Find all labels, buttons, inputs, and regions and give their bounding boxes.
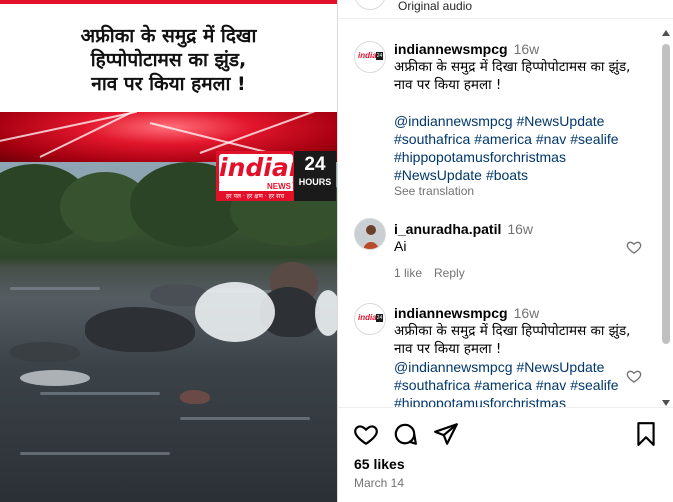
comments-scroll-area[interactable]: indian 24 indiannewsmpcg 16w अफ्रीका के स… <box>338 28 673 408</box>
reply-button[interactable]: Reply <box>434 266 465 280</box>
hashtag-link[interactable]: #hippopotamusforchristmas <box>394 149 566 165</box>
comment-text: Ai <box>394 238 407 254</box>
channel-logo: indian NEWS 24 HOURS हर पल · हर क्षण · ह… <box>216 151 336 201</box>
post-header: Original audio <box>338 0 673 14</box>
hashtag-link[interactable]: #NewsUpdate <box>394 167 482 183</box>
hashtag-link[interactable]: #sealife <box>570 377 618 393</box>
original-audio-link[interactable]: Original audio <box>398 0 472 13</box>
hippo-video-frame <box>0 162 337 502</box>
logo-24-box: 24 HOURS <box>294 151 336 201</box>
see-translation-link[interactable]: See translation <box>394 184 474 198</box>
caption-time[interactable]: 16w <box>514 41 540 57</box>
heart-icon[interactable] <box>626 239 642 255</box>
bookmark-icon[interactable] <box>633 421 659 447</box>
avatar-24-icon: 24 <box>376 314 383 322</box>
header-divider <box>338 18 673 19</box>
commenter-avatar[interactable] <box>354 218 386 250</box>
scrollbar[interactable] <box>661 30 671 406</box>
post-media[interactable]: अफ्रीका के समुद्र में दिखा हिप्पोपोटामस … <box>0 0 337 502</box>
hashtag-link[interactable]: #boats <box>486 167 528 183</box>
share-icon[interactable] <box>433 421 459 447</box>
scroll-thumb[interactable] <box>662 44 670 344</box>
hashtag-link[interactable]: #NewsUpdate <box>517 113 605 129</box>
logo-sub: NEWS <box>219 183 293 191</box>
caption-text: अफ्रीका के समुद्र में दिखा हिप्पोपोटामस … <box>394 59 631 93</box>
likes-count[interactable]: 65 likes <box>354 456 405 472</box>
headline-text: अफ्रीका के समुद्र में दिखा हिप्पोपोटामस … <box>80 25 257 95</box>
hashtag-link[interactable]: #nav <box>536 377 566 393</box>
hashtag-link[interactable]: @indiannewsmpcg <box>394 113 513 129</box>
comment-header: indiannewsmpcg 16w <box>394 304 539 322</box>
comment-time[interactable]: 16w <box>514 305 540 321</box>
person-avatar-icon <box>355 219 385 249</box>
comment-icon[interactable] <box>392 421 418 447</box>
hashtag-link[interactable]: #america <box>474 131 532 147</box>
comment-meta: 1 like Reply <box>394 266 477 280</box>
comment-likes[interactable]: 1 like <box>394 266 422 280</box>
caption-hashtags: @indiannewsmpcg #NewsUpdate #southafrica #… <box>394 112 644 184</box>
hashtag-link[interactable]: #america <box>474 377 532 393</box>
comment-username[interactable]: indiannewsmpcg <box>394 305 508 321</box>
hashtag-link[interactable]: #nav <box>536 131 566 147</box>
scroll-up-arrow-icon[interactable] <box>662 30 670 36</box>
comment-text: अफ्रीका के समुद्र में दिखा हिप्पोपोटामस … <box>394 323 631 357</box>
comment-time[interactable]: 16w <box>507 221 533 237</box>
actions-divider <box>338 407 673 408</box>
header-avatar[interactable] <box>354 0 386 10</box>
heart-icon[interactable] <box>626 368 642 384</box>
caption-header: indiannewsmpcg 16w <box>394 40 539 58</box>
comment-header: i_anuradha.patil 16w <box>394 220 533 238</box>
hashtag-link[interactable]: #southafrica <box>394 131 470 147</box>
hashtag-link[interactable]: #southafrica <box>394 377 470 393</box>
heart-icon[interactable] <box>353 421 379 447</box>
hashtag-link[interactable]: #sealife <box>570 131 618 147</box>
logo-hours: HOURS <box>298 177 332 187</box>
logo-brand: indian <box>219 153 307 184</box>
headline-banner: अफ्रीका के समुद्र में दिखा हिप्पोपोटामस … <box>0 0 337 112</box>
avatar-24-icon: 24 <box>376 52 383 60</box>
comment-hashtags: @indiannewsmpcg #NewsUpdate #southafrica #… <box>394 358 644 408</box>
post-date[interactable]: March 14 <box>354 476 404 490</box>
caption-username[interactable]: indiannewsmpcg <box>394 41 508 57</box>
caption-avatar[interactable]: indian 24 <box>354 41 386 73</box>
hashtag-link[interactable]: @indiannewsmpcg <box>394 359 513 375</box>
logo-tagline: हर पल · हर क्षण · हर सच <box>225 193 285 200</box>
scroll-down-arrow-icon[interactable] <box>662 400 670 406</box>
comment-username[interactable]: i_anuradha.patil <box>394 221 501 237</box>
logo-number: 24 <box>304 154 326 175</box>
hashtag-link[interactable]: #NewsUpdate <box>517 359 605 375</box>
caption-avatar[interactable]: indian 24 <box>354 303 386 335</box>
